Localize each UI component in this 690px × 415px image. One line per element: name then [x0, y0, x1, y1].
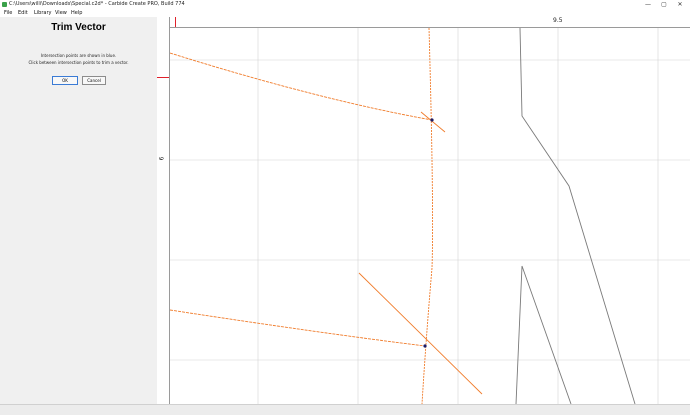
panel-title: Trim Vector — [51, 22, 106, 33]
menu-bar: File Edit Library View Help — [0, 9, 690, 17]
drawing-canvas[interactable] — [169, 27, 690, 405]
ruler-position-marker-y — [157, 77, 169, 78]
status-bar — [0, 404, 690, 415]
ruler-position-marker-x — [175, 17, 176, 27]
horizontal-ruler: 9.5 — [170, 17, 690, 28]
minimize-button[interactable]: — — [641, 0, 655, 9]
instruction-line-2: Click between intersection points to tri… — [28, 60, 129, 65]
instruction-line-1: Intersection points are shown in blue. — [40, 53, 117, 58]
menu-help[interactable]: Help — [71, 9, 82, 17]
menu-view[interactable]: View — [55, 9, 67, 17]
ruler-label-x: 9.5 — [553, 17, 563, 24]
vertical-ruler: 6 — [157, 17, 170, 404]
close-button[interactable]: ✕ — [673, 0, 687, 9]
canvas-drawing — [169, 27, 690, 405]
menu-edit[interactable]: Edit — [18, 9, 28, 17]
ok-button[interactable]: OK — [52, 76, 78, 85]
title-bar: C:\Users\willi\Downloads\Special.c2d* - … — [0, 0, 690, 9]
ruler-label-y: 6 — [158, 156, 166, 161]
orange-vectors[interactable] — [169, 27, 483, 405]
trim-vector-panel: Trim Vector Intersection points are show… — [0, 17, 158, 404]
grid-lines — [170, 28, 690, 404]
intersection-point[interactable] — [430, 118, 434, 122]
gray-vectors[interactable] — [515, 27, 636, 405]
window-title: C:\Users\willi\Downloads\Special.c2d* - … — [9, 1, 185, 7]
app-icon — [2, 2, 7, 7]
menu-file[interactable]: File — [4, 9, 12, 17]
menu-library[interactable]: Library — [34, 9, 51, 17]
maximize-button[interactable]: ▢ — [657, 0, 671, 9]
cancel-button[interactable]: Cancel — [82, 76, 106, 85]
intersection-point[interactable] — [423, 344, 427, 348]
